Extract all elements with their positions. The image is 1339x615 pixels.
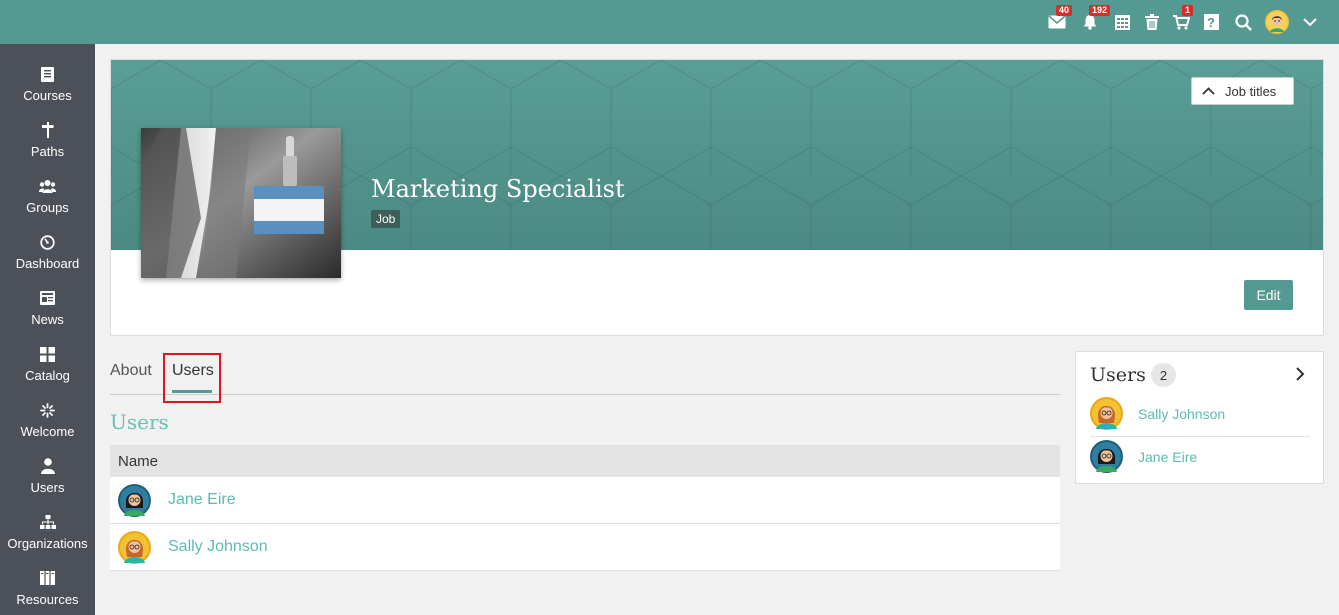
trash-icon	[1145, 14, 1159, 30]
sidebar-item-label: Groups	[26, 200, 69, 215]
top-bar: 40 192 1 ?	[0, 0, 1339, 44]
dark-hair-female-avatar-icon	[118, 483, 151, 517]
trash-button[interactable]	[1141, 11, 1163, 33]
chevron-down-icon	[1303, 17, 1317, 26]
list-item[interactable]: Jane Eire	[1090, 435, 1310, 478]
edit-button[interactable]: Edit	[1244, 280, 1293, 310]
widget-title: Users	[1090, 364, 1146, 386]
sidebar-item-paths[interactable]: Paths	[0, 112, 95, 168]
column-header-name[interactable]: Name	[110, 445, 1060, 477]
sidebar-item-groups[interactable]: Groups	[0, 168, 95, 224]
red-hair-female-avatar-icon	[118, 530, 151, 564]
organizations-icon	[39, 514, 56, 529]
user-avatar-button[interactable]	[1265, 10, 1289, 34]
cart-badge: 1	[1182, 5, 1194, 16]
type-badge: Job	[371, 210, 401, 228]
envelope-icon	[1048, 15, 1066, 29]
calendar-icon	[1114, 14, 1130, 30]
sidebar-item-label: Users	[30, 480, 65, 495]
cart-icon	[1172, 14, 1190, 30]
messages-button[interactable]: 40	[1046, 5, 1073, 33]
sidebar-item-label: Paths	[30, 144, 65, 159]
help-icon: ?	[1203, 14, 1219, 30]
sidebar-item-label: News	[31, 312, 64, 327]
sidebar-item-dashboard[interactable]: Dashboard	[0, 224, 95, 280]
account-menu-button[interactable]	[1299, 11, 1321, 33]
dark-hair-female-avatar-icon	[1090, 440, 1123, 473]
sidebar-item-news[interactable]: News	[0, 280, 95, 336]
sidebar-item-label: Dashboard	[15, 256, 80, 271]
section-title: Users	[110, 410, 169, 434]
notifications-badge: 192	[1089, 5, 1111, 16]
messages-badge: 40	[1056, 5, 1073, 16]
job-header-card: Job titles Marketing Specialist Job Edit	[110, 59, 1324, 336]
sidebar-item-label: Courses	[23, 88, 72, 103]
users-widget: Users 2 Sally Johnson Jane Eire	[1075, 351, 1324, 484]
groups-icon	[39, 180, 56, 193]
table-row[interactable]: Sally Johnson	[110, 524, 1060, 571]
list-item[interactable]: Sally Johnson	[1090, 392, 1310, 435]
bell-icon	[1083, 15, 1097, 30]
catalog-icon	[40, 346, 55, 362]
tab-about[interactable]: About	[110, 362, 152, 380]
notifications-button[interactable]: 192	[1079, 5, 1111, 33]
page-title: Marketing Specialist	[371, 175, 625, 203]
cart-button[interactable]: 1	[1170, 5, 1194, 33]
users-icon	[40, 458, 55, 474]
search-icon	[1234, 13, 1252, 31]
chevron-right-icon[interactable]	[1295, 366, 1305, 382]
table-row[interactable]: Jane Eire	[110, 477, 1060, 524]
courses-icon	[41, 66, 54, 82]
user-name-link[interactable]: Sally Johnson	[1138, 406, 1225, 422]
sidebar-item-welcome[interactable]: Welcome	[0, 392, 95, 448]
user-count-badge: 2	[1151, 363, 1176, 387]
resources-icon	[40, 571, 55, 585]
sidebar-item-organizations[interactable]: Organizations	[0, 504, 95, 560]
job-image	[141, 128, 341, 278]
calendar-button[interactable]	[1111, 11, 1133, 33]
sidebar-item-label: Organizations	[7, 536, 88, 551]
user-name-link[interactable]: Jane Eire	[168, 491, 236, 509]
job-titles-label: Job titles	[1225, 83, 1277, 99]
sidebar-item-label: Catalog	[25, 368, 70, 383]
tab-bar: About Users	[110, 352, 1060, 403]
sidebar: Courses Paths Groups Dashboard News Cata…	[0, 44, 95, 615]
user-name-link[interactable]: Jane Eire	[1138, 449, 1197, 465]
sidebar-item-courses[interactable]: Courses	[0, 56, 95, 112]
sidebar-item-users[interactable]: Users	[0, 448, 95, 504]
welcome-icon	[40, 402, 55, 418]
red-hair-female-avatar-icon	[1090, 397, 1123, 430]
avatar	[1265, 10, 1289, 34]
help-button[interactable]: ?	[1200, 11, 1222, 33]
sidebar-item-label: Resources	[16, 592, 79, 607]
search-button[interactable]	[1232, 11, 1254, 33]
news-icon	[40, 291, 55, 305]
sidebar-item-label: Welcome	[20, 424, 75, 439]
highlight-box	[163, 353, 221, 403]
paths-icon	[41, 122, 54, 138]
user-name-link[interactable]: Sally Johnson	[168, 538, 268, 556]
sidebar-item-resources[interactable]: Resources	[0, 560, 95, 615]
suit-badge-image	[141, 128, 341, 278]
job-titles-button[interactable]: Job titles	[1191, 77, 1294, 105]
users-table: Name Jane Eire Sally Johnson	[110, 445, 1060, 571]
dashboard-icon	[40, 234, 55, 250]
chevron-up-icon	[1202, 87, 1215, 95]
sidebar-item-catalog[interactable]: Catalog	[0, 336, 95, 392]
